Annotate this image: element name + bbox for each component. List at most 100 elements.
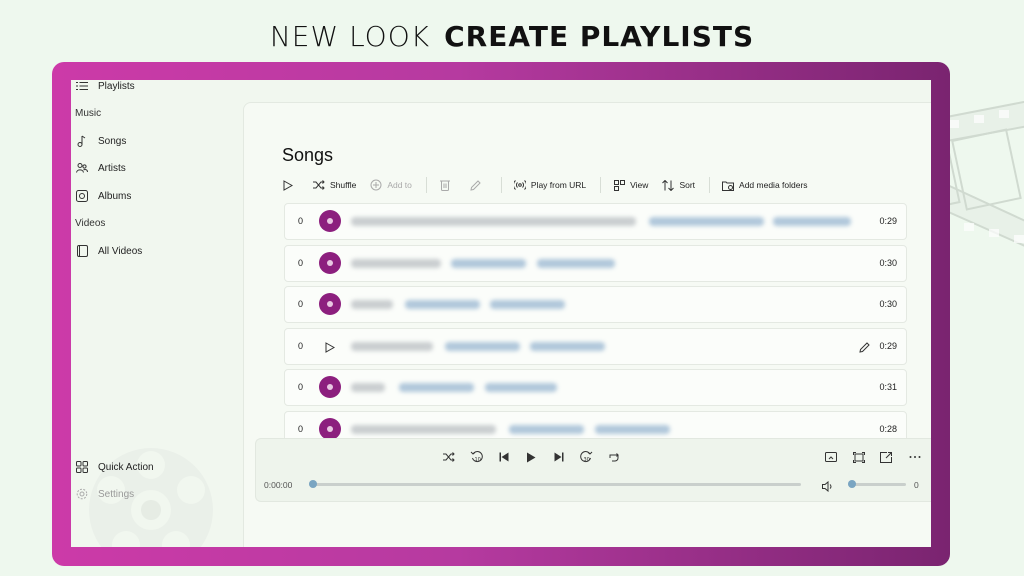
gear-icon (75, 487, 89, 501)
add-circle-icon (370, 179, 382, 191)
volume-icon[interactable] (822, 479, 834, 497)
song-track-number: 0 (298, 423, 304, 434)
song-track-number: 0 (298, 340, 304, 351)
sidebar-item-label: All Videos (98, 245, 143, 257)
play-button[interactable] (523, 449, 539, 465)
add-media-folders-label: Add media folders (739, 180, 808, 190)
volume-knob[interactable] (848, 480, 856, 488)
previous-track-button[interactable] (496, 449, 512, 465)
sidebar-item-albums[interactable]: Albums (75, 184, 131, 208)
delete-button[interactable] (439, 175, 456, 195)
song-title-blurred (351, 383, 385, 392)
toolbar-divider (600, 177, 602, 193)
table-row[interactable]: 0 0:31 (284, 369, 907, 406)
sidebar-item-quick-action[interactable]: Quick Action (75, 455, 154, 479)
shuffle-playback-button[interactable] (441, 449, 457, 465)
sidebar-item-label: Albums (98, 190, 132, 202)
next-track-button[interactable] (551, 449, 567, 465)
elapsed-time: 0:00:00 (264, 480, 293, 490)
volume-value: 0 (914, 480, 919, 490)
song-track-number: 0 (298, 257, 304, 268)
song-track-number: 0 (298, 299, 304, 309)
broadcast-icon (513, 179, 526, 191)
add-media-folders-button[interactable]: Add media folders (722, 175, 808, 195)
volume-slider[interactable] (848, 480, 906, 488)
table-row[interactable]: 0 0:29 (284, 203, 907, 240)
fullscreen-button[interactable] (851, 449, 867, 465)
table-row[interactable]: 0 0:29 (284, 327, 907, 365)
toolbar-divider (500, 177, 502, 193)
music-disc-icon (319, 251, 341, 274)
music-disc-icon (319, 376, 341, 398)
add-to-button[interactable]: Add to (370, 175, 412, 195)
folder-add-icon (722, 179, 735, 191)
song-duration: 0:30 (879, 299, 897, 309)
play-all-button[interactable] (282, 175, 299, 195)
video-icon (75, 244, 89, 258)
toolbar: Shuffle Add to Play from URL View Sort A… (282, 175, 822, 195)
sidebar-item-label: Quick Action (98, 461, 154, 473)
sidebar-item-label: Settings (98, 488, 135, 500)
sidebar: Playlists Music Songs Artists Albums Vid… (71, 80, 243, 547)
sidebar-item-songs[interactable]: Songs (75, 129, 126, 153)
skip-back-10-button[interactable]: 10 (469, 449, 485, 465)
song-album-blurred (485, 383, 557, 392)
sidebar-item-label: Songs (98, 135, 127, 147)
svg-text:30: 30 (584, 457, 590, 463)
rename-button[interactable] (470, 175, 487, 195)
song-duration: 0:29 (879, 340, 897, 351)
section-videos: Videos (75, 218, 106, 229)
headline: NEW LOOK CREATE PLAYLISTS (0, 20, 1024, 53)
quick-action-icon (75, 460, 89, 474)
view-button[interactable]: View (613, 175, 648, 195)
song-track-number: 0 (298, 382, 304, 392)
cast-button[interactable] (823, 449, 839, 465)
music-disc-icon (319, 210, 341, 232)
song-artist-blurred (405, 300, 480, 309)
list-icon (75, 80, 89, 93)
shuffle-label: Shuffle (330, 180, 357, 190)
song-title-blurred (351, 217, 636, 226)
seek-knob[interactable] (309, 480, 317, 488)
sidebar-item-label: Playlists (98, 80, 135, 92)
play-from-url-label: Play from URL (530, 180, 587, 190)
trash-icon (439, 179, 451, 191)
table-row[interactable]: 0 0:30 (284, 286, 907, 323)
repeat-button[interactable] (606, 449, 622, 465)
sidebar-item-playlists[interactable]: Playlists (75, 80, 135, 98)
song-duration: 0:31 (879, 382, 897, 392)
page-title: Songs (282, 145, 334, 165)
music-note-icon (75, 134, 89, 148)
svg-text:10: 10 (475, 457, 481, 463)
sidebar-item-all-videos[interactable]: All Videos (75, 239, 142, 263)
seek-bar[interactable] (309, 480, 801, 488)
more-options-icon[interactable] (907, 449, 923, 465)
shuffle-icon (313, 179, 325, 191)
app-window: Playlists Music Songs Artists Albums Vid… (71, 80, 931, 547)
headline-new-look: NEW LOOK (269, 20, 431, 53)
song-title-blurred (351, 341, 433, 351)
sidebar-item-artists[interactable]: Artists (75, 156, 126, 180)
mini-player-button[interactable] (878, 449, 894, 465)
song-list: 0 0:29 0 0:30 0 0:30 0 0:29 0 0:31 0 0:2… (284, 203, 907, 452)
play-icon[interactable] (325, 340, 336, 358)
sort-icon (662, 179, 675, 191)
song-artist-blurred (451, 258, 526, 268)
shuffle-button[interactable]: Shuffle (313, 175, 356, 195)
song-title-blurred (351, 424, 496, 434)
sort-button[interactable]: Sort (662, 175, 695, 195)
table-row[interactable]: 0 0:30 (284, 244, 907, 282)
song-album-blurred (537, 258, 615, 268)
song-track-number: 0 (298, 216, 304, 226)
song-title-blurred (351, 258, 441, 268)
song-album-blurred (530, 341, 605, 351)
song-album-blurred (490, 300, 565, 309)
play-from-url-button[interactable]: Play from URL (513, 175, 587, 195)
toolbar-divider (709, 177, 711, 193)
song-artist-blurred (399, 383, 474, 392)
sidebar-item-settings[interactable]: Settings (75, 482, 134, 506)
song-artist-blurred (445, 341, 520, 351)
song-album-blurred (773, 217, 851, 226)
pencil-icon[interactable] (859, 340, 870, 358)
skip-forward-30-button[interactable]: 30 (578, 449, 594, 465)
